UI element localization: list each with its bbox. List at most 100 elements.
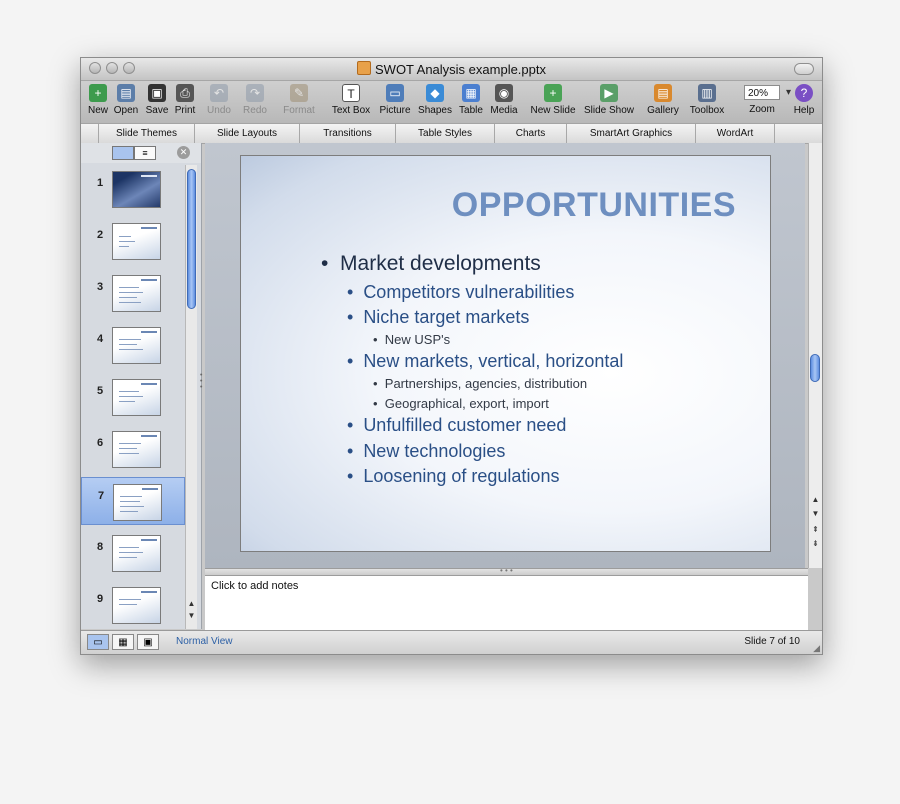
slide-thumbnail-image	[112, 223, 161, 260]
slide-number: 2	[97, 229, 104, 241]
bullet-text: New technologies	[363, 441, 506, 461]
slide-number: 6	[97, 437, 104, 449]
slide-number: 8	[97, 541, 104, 553]
slide-show-icon: ▶	[600, 84, 618, 102]
slides-pane-scrollbar[interactable]: ▲ ▼	[185, 165, 197, 629]
bullet-text: Partnerships, agencies, distribution	[384, 376, 588, 391]
slide-thumbnail[interactable]: 4	[81, 321, 185, 369]
text-box-icon: T	[342, 84, 360, 102]
slide-show-view-button[interactable]: ▣	[137, 634, 159, 650]
bullet-level-3[interactable]: • Geographical, export, import	[373, 396, 549, 411]
bullet-level-2[interactable]: • Loosening of regulations	[347, 466, 559, 487]
slide-thumbnail-image	[112, 587, 161, 624]
zoom-select[interactable]: 20%	[744, 85, 791, 100]
thumbnail-text-line	[119, 287, 139, 288]
tab-charts[interactable]: Charts	[495, 124, 567, 143]
pane-resize-handle[interactable]: • • •	[200, 372, 204, 395]
slide-thumbnail[interactable]: 9	[81, 581, 185, 627]
table-label: Table	[459, 105, 483, 116]
window-title: SWOT Analysis example.pptx	[81, 61, 822, 77]
scroll-up-arrow-icon[interactable]: ▲	[810, 495, 821, 504]
new-label: New	[87, 105, 108, 116]
slide-show-button[interactable]: ▶ Slide Show	[581, 84, 637, 116]
media-button[interactable]: ◉ Media	[488, 84, 520, 116]
slides-tab-button[interactable]	[112, 146, 134, 160]
shapes-button[interactable]: ◆ Shapes	[417, 84, 453, 116]
text-box-label: Text Box	[331, 105, 371, 116]
ribbon-spacer	[81, 124, 99, 143]
previous-slide-icon[interactable]: ⇞	[810, 525, 821, 534]
bullet-level-2[interactable]: • Niche target markets	[347, 307, 529, 328]
scroll-down-arrow-icon[interactable]: ▼	[810, 509, 821, 518]
bullet-level-2[interactable]: • New markets, vertical, horizontal	[347, 351, 623, 372]
toolbox-button[interactable]: ▥ Toolbox	[685, 84, 729, 116]
bullet-level-1[interactable]: • Market developments	[321, 252, 541, 276]
standard-toolbar: + New ▤ Open ▣ Save ⎙ Print ↶ Undo ↷ Red…	[81, 81, 822, 123]
slides-pane-scroll-thumb[interactable]	[187, 169, 196, 309]
print-button[interactable]: ⎙ Print	[173, 84, 197, 116]
scroll-up-arrow-icon[interactable]: ▲	[186, 599, 197, 608]
window-title-text: SWOT Analysis example.pptx	[375, 62, 546, 77]
editor-scrollbar[interactable]: ▲ ▼ ⇞ ⇟	[808, 143, 822, 568]
zoom-control[interactable]: 20% Zoom	[734, 84, 791, 115]
tab-smartart-graphics[interactable]: SmartArt Graphics	[567, 124, 696, 143]
tab-wordart[interactable]: WordArt	[696, 124, 775, 143]
text-box-button[interactable]: T Text Box	[329, 84, 373, 116]
new-button[interactable]: + New	[87, 84, 109, 116]
table-button[interactable]: ▦ Table	[457, 84, 485, 116]
gallery-button[interactable]: ▤ Gallery	[644, 84, 682, 116]
shapes-icon: ◆	[426, 84, 444, 102]
thumbnail-text-line	[119, 302, 141, 303]
close-pane-icon[interactable]: ✕	[177, 146, 190, 159]
undo-button[interactable]: ↶ Undo	[205, 84, 233, 116]
slide-thumbnail[interactable]: 2	[81, 217, 185, 265]
slide-thumbnail-selected[interactable]: 7	[81, 477, 185, 525]
thumbnail-text-line	[119, 453, 139, 454]
resize-grip-icon[interactable]: ◢	[813, 643, 820, 654]
tab-transitions[interactable]: Transitions	[300, 124, 396, 143]
elements-gallery-tabs: Slide Themes Slide Layouts Transitions T…	[81, 123, 822, 144]
slide-sorter-view-button[interactable]: ▦	[112, 634, 134, 650]
bullet-text: New USP's	[384, 332, 451, 347]
redo-icon: ↷	[246, 84, 264, 102]
tab-slide-themes[interactable]: Slide Themes	[99, 124, 195, 143]
slide-thumbnail[interactable]: 8	[81, 529, 185, 577]
next-slide-icon[interactable]: ⇟	[810, 539, 821, 548]
tab-slide-layouts[interactable]: Slide Layouts	[195, 124, 300, 143]
slide-thumbnail[interactable]: 1	[81, 165, 185, 213]
new-slide-icon: +	[544, 84, 562, 102]
editor-scroll-thumb[interactable]	[810, 354, 820, 382]
current-slide[interactable]: OPPORTUNITIES • Market developments • Co…	[240, 155, 771, 552]
bullet-level-2[interactable]: • Competitors vulnerabilities	[347, 282, 574, 303]
slide-thumbnail[interactable]: 3	[81, 269, 185, 317]
redo-button[interactable]: ↷ Redo	[241, 84, 269, 116]
save-button[interactable]: ▣ Save	[144, 84, 170, 116]
slide-title[interactable]: OPPORTUNITIES	[452, 186, 736, 225]
slide-thumbnail-image	[112, 379, 161, 416]
bullet-level-3[interactable]: • New USP's	[373, 332, 450, 347]
bullet-text: Market developments	[340, 252, 541, 275]
picture-button[interactable]: ▭ Picture	[377, 84, 413, 116]
scroll-down-arrow-icon[interactable]: ▼	[186, 611, 197, 620]
bullet-level-3[interactable]: • Partnerships, agencies, distribution	[373, 376, 587, 391]
zoom-label: Zoom	[749, 104, 775, 115]
slide-thumbnail-image	[112, 327, 161, 364]
thumbnail-text-line	[119, 241, 135, 242]
outline-tab-button[interactable]: ≡	[134, 146, 156, 160]
format-button[interactable]: ✎ Format	[281, 84, 317, 116]
slide-thumbnail[interactable]: 6	[81, 425, 185, 473]
tab-table-styles[interactable]: Table Styles	[396, 124, 495, 143]
save-label: Save	[145, 105, 169, 116]
thumbnail-text-line	[119, 292, 143, 293]
slide-thumbnail[interactable]: 5	[81, 373, 185, 421]
slide-editor: OPPORTUNITIES • Market developments • Co…	[205, 143, 805, 568]
open-button[interactable]: ▤ Open	[113, 84, 139, 116]
bullet-level-2[interactable]: • Unfulfilled customer need	[347, 415, 566, 436]
new-slide-button[interactable]: + New Slide	[528, 84, 578, 116]
notes-pane[interactable]: Click to add notes	[205, 575, 808, 630]
normal-view-button[interactable]: ▭	[87, 634, 109, 650]
help-button[interactable]: ? Help	[791, 84, 817, 116]
gallery-label: Gallery	[647, 105, 679, 116]
bullet-level-2[interactable]: • New technologies	[347, 441, 505, 462]
toolbar-toggle-button[interactable]	[794, 63, 814, 75]
